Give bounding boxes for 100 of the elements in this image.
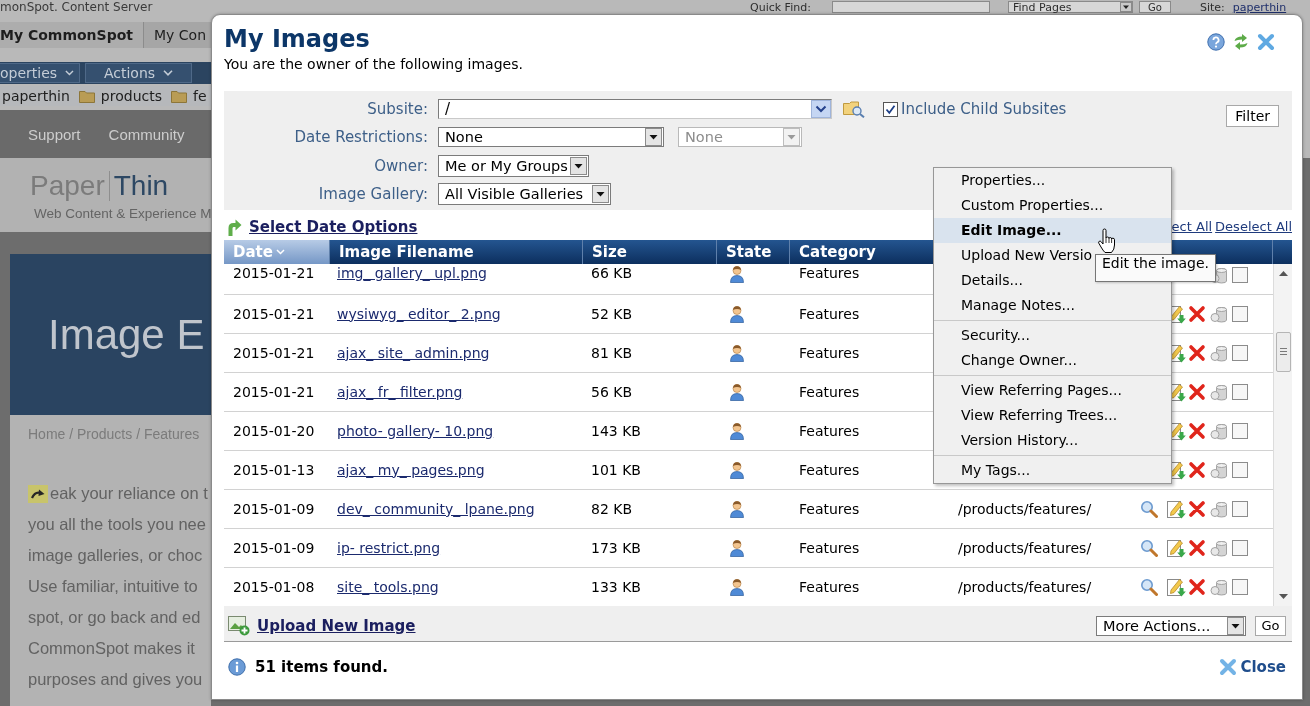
date-text: 2015-01-09	[233, 500, 315, 518]
filename-link[interactable]: site_ tools.png	[337, 578, 439, 596]
menu-item[interactable]: Version History...	[934, 428, 1081, 453]
pencil-page-icon[interactable]	[1166, 499, 1186, 519]
refresh-icon[interactable]	[1232, 33, 1250, 51]
filename-link[interactable]: ip- restrict.png	[337, 539, 441, 557]
caret-icon[interactable]	[645, 128, 662, 146]
magnifier-icon[interactable]	[1140, 578, 1158, 596]
column-header[interactable]: Image Filename	[330, 240, 583, 264]
row-checkbox[interactable]	[1232, 306, 1248, 322]
column-header[interactable]: State	[717, 240, 790, 264]
row-checkbox[interactable]	[1232, 267, 1248, 283]
caret-icon[interactable]	[570, 157, 587, 175]
cylinder-icon[interactable]	[1210, 344, 1228, 362]
close-button[interactable]: Close	[1219, 657, 1286, 676]
category-text: Features	[799, 265, 860, 282]
row-checkbox[interactable]	[1232, 579, 1248, 595]
date-text: 2015-01-21	[233, 383, 315, 401]
owner-select[interactable]: Me or My Groups	[438, 155, 589, 177]
help-icon[interactable]	[1207, 33, 1225, 51]
select-date-options-link[interactable]: Select Date Options	[249, 217, 418, 236]
delete-icon[interactable]	[1188, 461, 1206, 479]
menu-item[interactable]: Security...	[934, 323, 1032, 348]
pencil-page-icon[interactable]	[1166, 577, 1186, 597]
row-checkbox[interactable]	[1232, 540, 1248, 556]
delete-icon[interactable]	[1188, 422, 1206, 440]
more-actions-select[interactable]: More Actions...	[1096, 615, 1246, 636]
cylinder-icon[interactable]	[1210, 500, 1228, 518]
field-label: Site:	[1200, 0, 1225, 14]
delete-icon[interactable]	[1188, 305, 1206, 323]
cylinder-icon[interactable]	[1210, 305, 1228, 323]
date-restriction-select[interactable]: None	[438, 127, 664, 147]
upload-link[interactable]: Upload New Image	[257, 616, 416, 635]
menu-button[interactable]: operties	[0, 63, 80, 83]
menu-item[interactable]: Edit Image...	[934, 218, 1171, 243]
folder-search-icon[interactable]	[843, 100, 865, 118]
person-icon	[729, 305, 745, 323]
go-button[interactable]: Go	[1139, 1, 1171, 13]
subsite-field[interactable]: /	[438, 99, 832, 119]
cylinder-icon[interactable]	[1210, 422, 1228, 440]
category-text: Features	[799, 500, 860, 518]
site-link[interactable]: paperthin	[1232, 0, 1287, 14]
magnifier-icon[interactable]	[1140, 500, 1158, 518]
delete-icon[interactable]	[1188, 500, 1206, 518]
breadcrumb: Home / Products / Features	[28, 426, 201, 442]
column-header[interactable]: Size	[583, 240, 717, 264]
pencil-page-icon[interactable]	[1166, 538, 1186, 558]
caret-icon[interactable]	[592, 185, 609, 203]
quick-find-field[interactable]	[832, 1, 990, 13]
folder-link[interactable]: products	[100, 88, 162, 104]
delete-icon[interactable]	[1188, 539, 1206, 557]
filename-link[interactable]: ajax_ site_ admin.png	[337, 344, 490, 362]
delete-icon[interactable]	[1188, 344, 1206, 362]
filename-link[interactable]: photo- gallery- 10.png	[337, 422, 494, 440]
cylinder-icon[interactable]	[1210, 383, 1228, 401]
menu-item[interactable]: Properties...	[934, 168, 1048, 193]
go-button[interactable]: Go	[1255, 615, 1286, 636]
select-all-link[interactable]: ect All	[1171, 219, 1213, 234]
gallery-select[interactable]: All Visible Galleries	[438, 183, 611, 205]
menu-item[interactable]: View Referring Pages...	[934, 378, 1124, 403]
menu-item[interactable]: My Tags...	[934, 458, 1033, 483]
folder-link[interactable]: fe	[193, 88, 207, 104]
filename-link[interactable]: wysiwyg_ editor_ 2.png	[337, 305, 501, 323]
menu-item[interactable]: Manage Notes...	[934, 293, 1077, 318]
row-checkbox[interactable]	[1232, 345, 1248, 361]
menu-item[interactable]: Custom Properties...	[934, 193, 1106, 218]
filename-link[interactable]: dev_ community_ lpane.png	[337, 500, 535, 518]
filename-link[interactable]: ajax_ fr_ filter.png	[337, 383, 463, 401]
caret-icon[interactable]	[1120, 2, 1132, 12]
delete-icon[interactable]	[1188, 383, 1206, 401]
scrollbar-thumb[interactable]	[1275, 332, 1291, 372]
cylinder-icon[interactable]	[1210, 578, 1228, 596]
row-checkbox[interactable]	[1232, 423, 1248, 439]
magnifier-icon[interactable]	[1140, 539, 1158, 557]
row-checkbox[interactable]	[1232, 462, 1248, 478]
filter-button[interactable]: Filter	[1226, 105, 1279, 127]
menu-button[interactable]: Actions	[85, 63, 192, 83]
row-checkbox[interactable]	[1232, 501, 1248, 517]
checkbox[interactable]	[883, 101, 898, 117]
row-checkbox[interactable]	[1232, 384, 1248, 400]
caret-icon[interactable]	[1227, 616, 1244, 635]
arrow-up-icon[interactable]	[1278, 271, 1288, 276]
deselect-all-link[interactable]: Deselect All	[1215, 219, 1292, 234]
close-icon[interactable]	[1257, 33, 1275, 51]
find-select[interactable]: Find Pages	[1008, 1, 1133, 13]
menu-item[interactable]: Change Owner...	[934, 348, 1079, 373]
image-add-icon[interactable]	[228, 615, 250, 636]
caret-icon[interactable]	[811, 100, 831, 118]
delete-icon[interactable]	[1188, 578, 1206, 596]
menu-item[interactable]: View Referring Trees...	[934, 403, 1120, 428]
filename-link[interactable]: ajax_ my_ pages.png	[337, 461, 485, 479]
cylinder-icon[interactable]	[1210, 539, 1228, 557]
folder-link[interactable]: paperthin	[2, 88, 70, 104]
arrow-down-icon[interactable]	[1278, 594, 1288, 599]
tab[interactable]: My CommonSpot	[0, 22, 144, 48]
chevron-down-icon	[163, 70, 174, 76]
menu-item[interactable]: Details...	[934, 268, 1025, 293]
filename-link[interactable]: img_ gallery_ upl.png	[337, 265, 487, 282]
cylinder-icon[interactable]	[1210, 461, 1228, 479]
curved-arrow-icon[interactable]	[226, 217, 242, 236]
